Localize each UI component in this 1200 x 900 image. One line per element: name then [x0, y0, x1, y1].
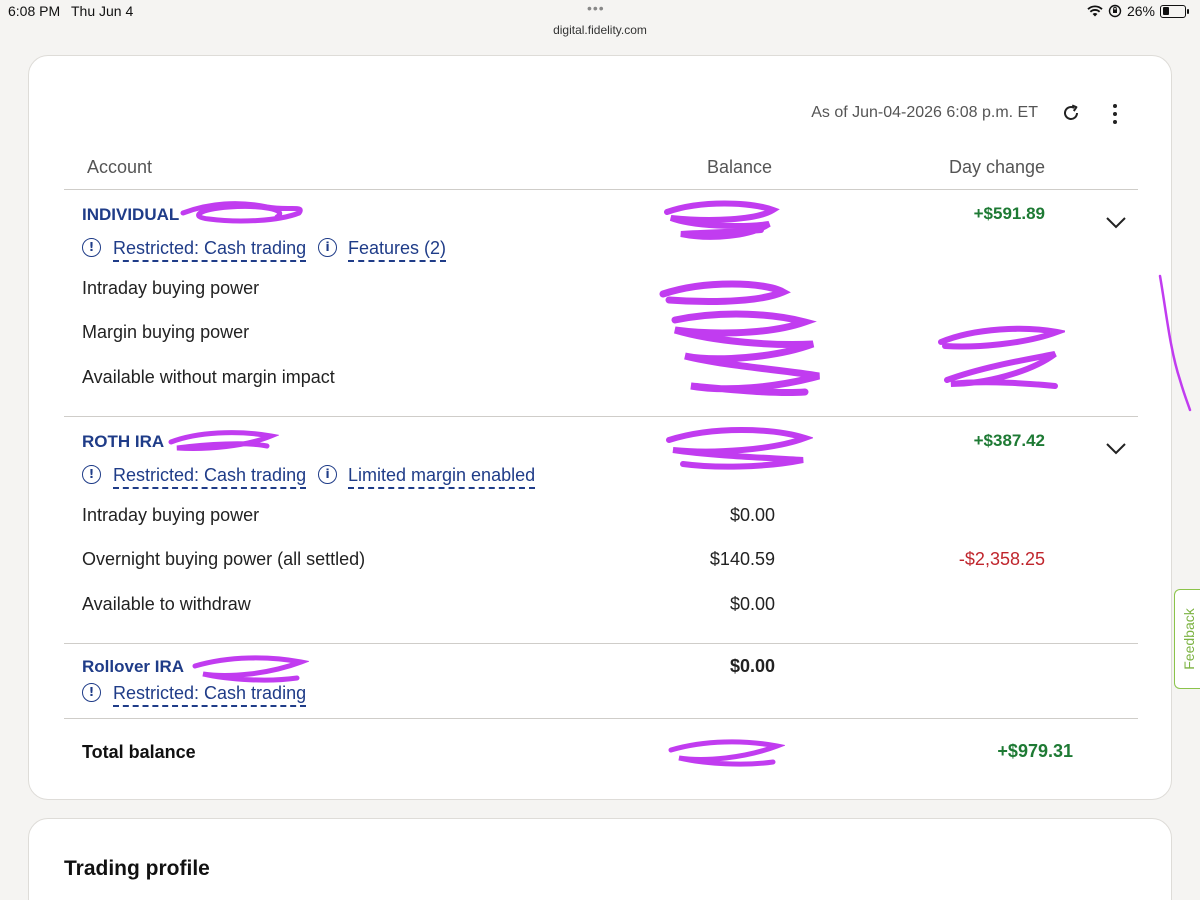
- trading-profile-card: Trading profile: [28, 818, 1172, 900]
- redaction-scribble: [168, 430, 279, 451]
- account-balance: $0.00: [729, 656, 775, 676]
- total-balance-label: Total balance: [82, 742, 196, 762]
- battery-level: [1162, 7, 1169, 15]
- limited-margin-enabled-link[interactable]: Limited margin enabled: [348, 465, 536, 489]
- more-vertical-icon[interactable]: [1105, 102, 1125, 126]
- row-label: Intraday buying power: [82, 278, 260, 298]
- row-value: $0.00: [729, 505, 775, 525]
- as-of-timestamp: As of Jun-04-2026 6:08 p.m. ET: [811, 104, 1038, 121]
- row-label: Overnight buying power (all settled): [82, 549, 366, 569]
- info-icon[interactable]: !: [82, 238, 101, 257]
- restricted-cash-trading-link[interactable]: Restricted: Cash trading: [113, 238, 307, 262]
- row-label: Margin buying power: [82, 322, 250, 342]
- info-icon[interactable]: !: [82, 465, 101, 484]
- row-change: -$2,358.25: [958, 549, 1045, 569]
- info-icon[interactable]: i: [318, 238, 337, 257]
- status-indicators: 26%: [1087, 3, 1189, 19]
- divider: [64, 643, 1138, 644]
- account-name-roth-ira[interactable]: ROTH IRA: [82, 432, 164, 452]
- total-day-change: +$979.31: [997, 741, 1073, 761]
- account-day-change: +$387.42: [973, 431, 1045, 450]
- feedback-label: Feedback: [1180, 608, 1197, 670]
- restricted-cash-trading-link[interactable]: Restricted: Cash trading: [113, 683, 307, 707]
- multitasking-dots-icon[interactable]: •••: [587, 0, 605, 16]
- battery-icon: [1160, 4, 1189, 18]
- redaction-scribble: [938, 325, 1065, 389]
- redaction-scribble: [180, 201, 303, 224]
- info-icon[interactable]: !: [82, 683, 101, 702]
- battery-percent: 26%: [1126, 3, 1155, 19]
- account-name-individual[interactable]: INDIVIDUAL: [82, 205, 179, 225]
- redaction-scribble: [666, 427, 813, 470]
- row-value: $140.59: [709, 549, 775, 569]
- status-bar: 6:08 PM Thu Jun 4 ••• 26%: [0, 0, 1200, 24]
- row-label: Available without margin impact: [82, 367, 335, 387]
- account-day-change: +$591.89: [973, 204, 1045, 223]
- divider: [64, 718, 1138, 719]
- chevron-down-icon[interactable]: [1105, 216, 1127, 230]
- row-value: $0.00: [729, 594, 775, 614]
- orientation-lock-icon: [1108, 4, 1122, 18]
- divider: [64, 189, 1138, 190]
- column-header-day-change: Day change: [949, 157, 1046, 177]
- account-name-rollover-ira[interactable]: Rollover IRA: [82, 657, 184, 677]
- features-link[interactable]: Features (2): [348, 238, 447, 262]
- redaction-scribble: [668, 739, 785, 767]
- redaction-scribble: [659, 280, 820, 397]
- trading-profile-title: Trading profile: [64, 857, 210, 880]
- feedback-tab[interactable]: Feedback: [1174, 589, 1200, 689]
- row-label: Intraday buying power: [82, 505, 260, 525]
- redaction-scribble: [664, 200, 780, 240]
- column-header-account: Account: [87, 157, 153, 177]
- status-date: Thu Jun 4: [71, 3, 134, 19]
- address-bar-url[interactable]: digital.fidelity.com: [0, 23, 1200, 37]
- info-icon[interactable]: i: [318, 465, 337, 484]
- row-label: Available to withdraw: [82, 594, 251, 614]
- accounts-card: As of Jun-04-2026 6:08 p.m. ET Account B…: [28, 55, 1172, 800]
- refresh-icon[interactable]: [1060, 102, 1082, 124]
- divider: [64, 416, 1138, 417]
- chevron-down-icon[interactable]: [1105, 442, 1127, 456]
- status-time: 6:08 PM: [8, 3, 61, 19]
- wifi-icon: [1087, 5, 1103, 17]
- column-header-balance: Balance: [707, 157, 773, 177]
- restricted-cash-trading-link[interactable]: Restricted: Cash trading: [113, 465, 307, 489]
